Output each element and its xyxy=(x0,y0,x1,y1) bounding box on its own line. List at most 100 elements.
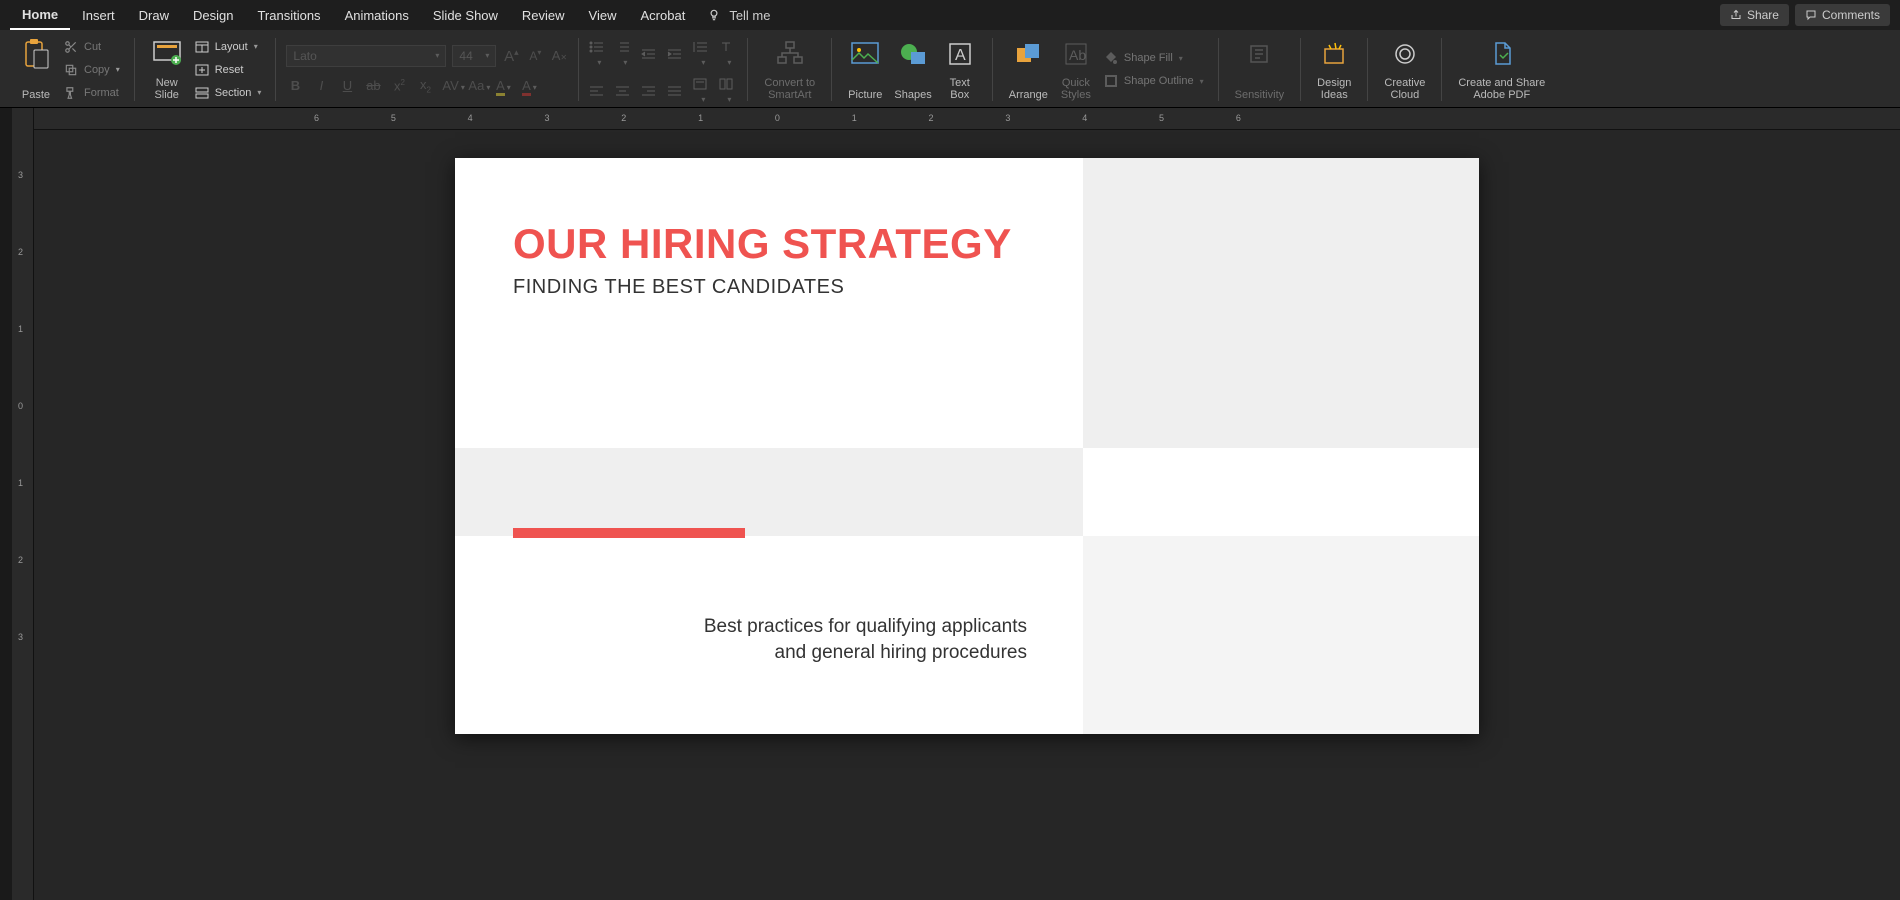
svg-text:A: A xyxy=(955,47,966,64)
increase-font-icon[interactable]: A▴ xyxy=(502,47,520,65)
slide-body-text[interactable]: Best practices for qualifying applicants… xyxy=(675,614,1027,665)
section-label: Section xyxy=(215,87,252,99)
section-button[interactable]: Section▾ xyxy=(193,83,262,103)
tab-slideshow[interactable]: Slide Show xyxy=(421,0,510,30)
slide-shape-bottom-right[interactable] xyxy=(1083,536,1479,734)
share-button[interactable]: Share xyxy=(1720,4,1789,26)
copy-button[interactable]: Copy▾ xyxy=(62,60,120,80)
group-paragraph: ▾ ▾ ▾ ▾ ▾ ▾ xyxy=(581,32,745,107)
design-ideas-button[interactable]: Design Ideas xyxy=(1311,36,1357,103)
slide-canvas[interactable]: OUR HIRING STRATEGY FINDING THE BEST CAN… xyxy=(455,158,1479,734)
font-color-button[interactable]: A▾ xyxy=(520,78,538,93)
shape-fill-button[interactable]: Shape Fill▾ xyxy=(1102,48,1204,68)
group-font: Lato▾ 44▾ A▴ A▾ A✕ B I U ab x2 x2 AV▾ Aa… xyxy=(278,32,576,107)
decrease-font-icon[interactable]: A▾ xyxy=(526,48,544,63)
subscript-button[interactable]: x2 xyxy=(416,77,434,95)
font-size-select[interactable]: 44▾ xyxy=(452,45,496,67)
quick-styles-button[interactable]: Ab Quick Styles xyxy=(1054,36,1098,103)
layout-button[interactable]: Layout▾ xyxy=(193,37,262,57)
arrange-label: Arrange xyxy=(1009,89,1048,101)
text-direction-button[interactable]: ▾ xyxy=(719,41,737,68)
shapes-label: Shapes xyxy=(894,89,931,101)
highlight-button[interactable]: A▾ xyxy=(494,78,512,93)
comment-icon xyxy=(1805,9,1817,21)
format-painter-button[interactable]: Format xyxy=(62,83,120,103)
tell-me-label: Tell me xyxy=(729,8,770,23)
adobe-pdf-label: Create and Share Adobe PDF xyxy=(1458,77,1545,101)
tab-review[interactable]: Review xyxy=(510,0,577,30)
reset-icon xyxy=(193,61,211,79)
picture-icon xyxy=(849,38,881,70)
tab-acrobat[interactable]: Acrobat xyxy=(629,0,698,30)
change-case-button[interactable]: Aa▾ xyxy=(468,78,486,93)
scissors-icon xyxy=(62,38,80,56)
justify-button[interactable] xyxy=(667,85,685,97)
textbox-button[interactable]: A Text Box xyxy=(938,36,982,103)
char-spacing-button[interactable]: AV▾ xyxy=(442,78,460,93)
line-spacing-button[interactable]: ▾ xyxy=(693,41,711,68)
slide-shape-top-right[interactable] xyxy=(1083,158,1479,448)
slide-title[interactable]: OUR HIRING STRATEGY xyxy=(513,220,1012,268)
increase-indent-button[interactable] xyxy=(667,48,685,60)
new-slide-button[interactable]: New Slide xyxy=(145,36,189,103)
numbering-button[interactable]: ▾ xyxy=(615,41,633,68)
align-vertical-button[interactable]: ▾ xyxy=(693,78,711,105)
slide-accent-bar[interactable] xyxy=(513,528,745,538)
tab-design[interactable]: Design xyxy=(181,0,245,30)
tab-draw[interactable]: Draw xyxy=(127,0,181,30)
thumbnail-gutter[interactable] xyxy=(0,108,12,900)
font-name-select[interactable]: Lato▾ xyxy=(286,45,446,67)
picture-button[interactable]: Picture xyxy=(842,36,888,103)
paste-label: Paste xyxy=(22,89,50,101)
italic-button[interactable]: I xyxy=(312,78,330,93)
tab-animations[interactable]: Animations xyxy=(333,0,421,30)
underline-button[interactable]: U xyxy=(338,78,356,93)
arrange-button[interactable]: Arrange xyxy=(1003,36,1054,103)
shape-fill-label: Shape Fill xyxy=(1124,52,1173,64)
tab-home[interactable]: Home xyxy=(10,0,70,30)
creative-cloud-icon xyxy=(1389,38,1421,70)
reset-button[interactable]: Reset xyxy=(193,60,262,80)
comments-label: Comments xyxy=(1822,8,1880,22)
superscript-button[interactable]: x2 xyxy=(390,78,408,93)
smartart-label: Convert to SmartArt xyxy=(764,77,815,101)
slide-subtitle[interactable]: FINDING THE BEST CANDIDATES xyxy=(513,276,844,299)
shapes-button[interactable]: Shapes xyxy=(888,36,937,103)
shape-outline-button[interactable]: Shape Outline▾ xyxy=(1102,71,1204,91)
format-label: Format xyxy=(84,87,119,99)
shape-outline-label: Shape Outline xyxy=(1124,75,1194,87)
share-icon xyxy=(1730,9,1742,21)
clear-format-icon[interactable]: A✕ xyxy=(550,48,568,63)
cut-button[interactable]: Cut xyxy=(62,37,120,57)
reset-label: Reset xyxy=(215,64,244,76)
design-ideas-label: Design Ideas xyxy=(1317,77,1351,101)
slide-area[interactable]: OUR HIRING STRATEGY FINDING THE BEST CAN… xyxy=(34,130,1900,900)
textbox-icon: A xyxy=(944,38,976,70)
share-label: Share xyxy=(1747,8,1779,22)
align-center-button[interactable] xyxy=(615,85,633,97)
tab-transitions[interactable]: Transitions xyxy=(245,0,332,30)
group-drawing: Arrange Ab Quick Styles Shape Fill▾ Shap… xyxy=(995,32,1216,107)
slide-shape-band[interactable] xyxy=(455,448,1083,536)
bullets-button[interactable]: ▾ xyxy=(589,41,607,68)
group-slides: New Slide Layout▾ Reset Section▾ xyxy=(137,32,274,107)
strike-button[interactable]: ab xyxy=(364,78,382,93)
decrease-indent-button[interactable] xyxy=(641,48,659,60)
tab-view[interactable]: View xyxy=(577,0,629,30)
slide-body-line2: and general hiring procedures xyxy=(775,642,1027,663)
comments-button[interactable]: Comments xyxy=(1795,4,1890,26)
group-smartart: Convert to SmartArt xyxy=(750,32,829,107)
align-left-button[interactable] xyxy=(589,85,607,97)
quick-styles-icon: Ab xyxy=(1060,38,1092,70)
bold-button[interactable]: B xyxy=(286,78,304,93)
tell-me-search[interactable]: Tell me xyxy=(705,6,770,24)
columns-button[interactable]: ▾ xyxy=(719,78,737,105)
group-clipboard: Paste Cut Copy▾ Format xyxy=(6,32,132,107)
align-right-button[interactable] xyxy=(641,85,659,97)
sensitivity-button[interactable]: Sensitivity xyxy=(1229,36,1291,103)
paste-button[interactable]: Paste xyxy=(14,36,58,103)
adobe-pdf-button[interactable]: Create and Share Adobe PDF xyxy=(1452,36,1551,103)
creative-cloud-button[interactable]: Creative Cloud xyxy=(1378,36,1431,103)
tab-insert[interactable]: Insert xyxy=(70,0,127,30)
convert-smartart-button[interactable]: Convert to SmartArt xyxy=(758,36,821,103)
